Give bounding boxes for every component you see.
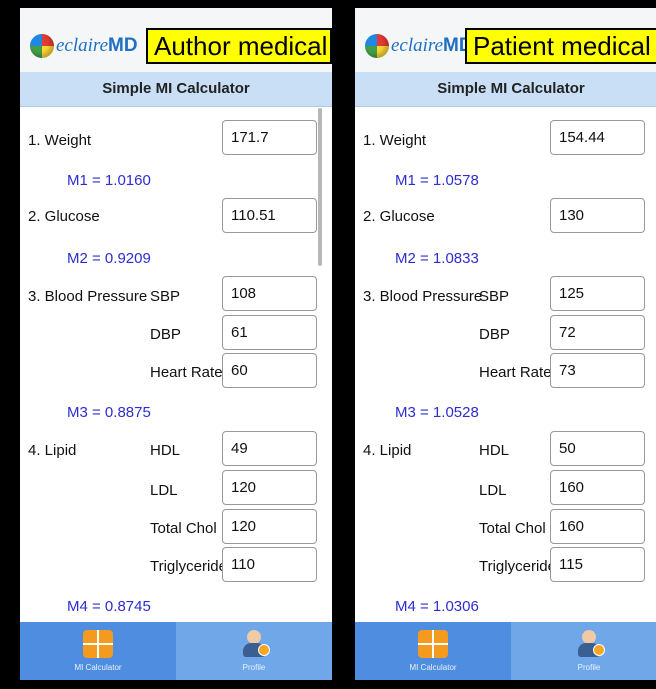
- triglyceride-input[interactable]: 115: [550, 547, 645, 582]
- logo-text: eclaire: [56, 35, 109, 56]
- heart-rate-label: Heart Rate: [150, 364, 223, 381]
- m2-result: M2 = 0.9209: [67, 250, 151, 267]
- top-bar: eclaire MD Patient medical: [355, 8, 656, 72]
- tab-profile-label: Profile: [242, 663, 266, 672]
- logo-text: eclaire: [391, 35, 444, 56]
- triglyceride-input[interactable]: 110: [222, 547, 317, 582]
- m1-result: M1 = 1.0578: [395, 172, 479, 189]
- total-chol-input[interactable]: 120: [222, 509, 317, 544]
- weight-label: 1. Weight: [363, 132, 427, 149]
- sbp-input[interactable]: 125: [550, 276, 645, 311]
- glucose-input[interactable]: 110.51: [222, 198, 317, 233]
- blood-pressure-label: 3. Blood Pressure: [28, 288, 148, 305]
- tab-mi-calculator-label: MI Calculator: [74, 663, 122, 672]
- glucose-label: 2. Glucose: [28, 208, 100, 225]
- heart-rate-label: Heart Rate: [479, 364, 552, 381]
- tab-bar: MI Calculator Profile: [20, 622, 332, 680]
- heart-rate-input[interactable]: 73: [550, 353, 645, 388]
- m4-result: M4 = 0.8745: [67, 598, 151, 615]
- m3-result: M3 = 1.0528: [395, 404, 479, 421]
- total-chol-label: Total Chol: [479, 520, 546, 537]
- tab-profile[interactable]: Profile: [176, 622, 332, 680]
- tab-mi-calculator[interactable]: MI Calculator: [355, 622, 511, 680]
- logo-md: MD: [108, 35, 138, 56]
- lipid-label: 4. Lipid: [363, 442, 412, 459]
- logo-globe-icon: [30, 34, 54, 58]
- screen-title: Simple MI Calculator: [355, 72, 656, 107]
- total-chol-input[interactable]: 160: [550, 509, 645, 544]
- top-bar: eclaire MD Author medical: [20, 8, 332, 72]
- ldl-input[interactable]: 160: [550, 470, 645, 505]
- ldl-input[interactable]: 120: [222, 470, 317, 505]
- weight-input[interactable]: 154.44: [550, 120, 645, 155]
- patient-calculator-screen: eclaire MD Patient medical Simple MI Calc…: [355, 8, 656, 680]
- heart-rate-input[interactable]: 60: [222, 353, 317, 388]
- triglyceride-label: Triglyceride: [150, 558, 227, 575]
- weight-label: 1. Weight: [28, 132, 92, 149]
- eclairemd-logo: eclaire MD: [30, 32, 138, 60]
- m2-result: M2 = 1.0833: [395, 250, 479, 267]
- tab-mi-calculator[interactable]: MI Calculator: [20, 622, 176, 680]
- role-label: Patient medical: [465, 28, 656, 64]
- dbp-input[interactable]: 61: [222, 315, 317, 350]
- sbp-input[interactable]: 108: [222, 276, 317, 311]
- dbp-input[interactable]: 72: [550, 315, 645, 350]
- m1-result: M1 = 1.0160: [67, 172, 151, 189]
- blood-pressure-label: 3. Blood Pressure: [363, 288, 483, 305]
- hdl-label: HDL: [479, 442, 510, 459]
- profile-icon: [574, 630, 605, 658]
- m3-result: M3 = 0.8875: [67, 404, 151, 421]
- role-label: Author medical: [146, 28, 332, 64]
- sbp-label: SBP: [479, 288, 510, 305]
- hdl-label: HDL: [150, 442, 181, 459]
- m4-result: M4 = 1.0306: [395, 598, 479, 615]
- scrollbar[interactable]: [318, 108, 322, 266]
- glucose-input[interactable]: 130: [550, 198, 645, 233]
- eclairemd-logo: eclaire MD: [365, 32, 473, 60]
- lipid-label: 4. Lipid: [28, 442, 77, 459]
- sbp-label: SBP: [150, 288, 181, 305]
- ldl-label: LDL: [479, 482, 507, 499]
- hdl-input[interactable]: 49: [222, 431, 317, 466]
- hdl-input[interactable]: 50: [550, 431, 645, 466]
- tab-mi-calculator-label: MI Calculator: [409, 663, 457, 672]
- weight-input[interactable]: 171.7: [222, 120, 317, 155]
- total-chol-label: Total Chol: [150, 520, 217, 537]
- tab-bar: MI Calculator Profile: [355, 622, 656, 680]
- logo-globe-icon: [365, 34, 389, 58]
- dbp-label: DBP: [479, 326, 510, 343]
- tab-profile[interactable]: Profile: [511, 622, 656, 680]
- tab-profile-label: Profile: [577, 663, 601, 672]
- ldl-label: LDL: [150, 482, 178, 499]
- triglyceride-label: Triglyceride: [479, 558, 556, 575]
- author-calculator-screen: eclaire MD Author medical Simple MI Calcu…: [20, 8, 332, 680]
- glucose-label: 2. Glucose: [363, 208, 435, 225]
- screen-title: Simple MI Calculator: [20, 72, 332, 107]
- profile-icon: [239, 630, 270, 658]
- dbp-label: DBP: [150, 326, 181, 343]
- calculator-icon: [418, 630, 448, 658]
- calculator-icon: [83, 630, 113, 658]
